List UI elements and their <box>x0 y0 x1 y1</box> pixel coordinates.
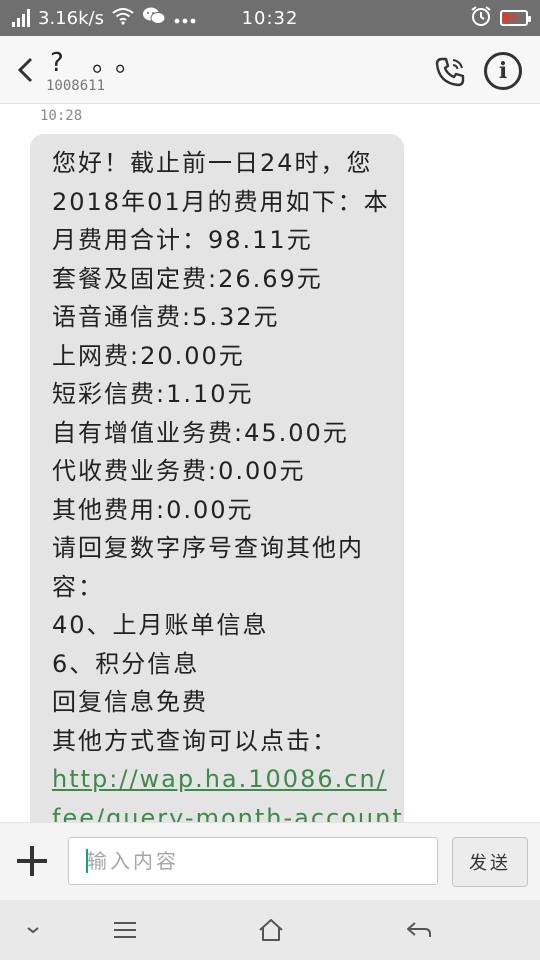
message-line: 其他方式查询可以点击： <box>52 726 338 755</box>
info-button[interactable]: i <box>484 52 522 90</box>
message-line: 语音通信费:5.32元 <box>52 303 280 331</box>
home-icon <box>259 919 283 941</box>
navigation-bar <box>0 900 540 960</box>
message-line: 上网费:20.00元 <box>52 341 245 370</box>
message-line: 2018年01月的费用如下：本 <box>52 187 390 216</box>
signal-icon <box>12 9 30 27</box>
wechat-icon <box>142 6 166 31</box>
contact-name: ? 。。 <box>50 48 152 78</box>
message-line: 自有增值业务费:45.00元 <box>52 418 349 447</box>
chevron-down-icon <box>27 927 39 934</box>
message-time: 10:28 <box>40 108 83 124</box>
add-attachment-button[interactable] <box>14 843 50 879</box>
chevron-left-icon <box>17 57 33 83</box>
message-link[interactable]: fee/query-month-account. <box>52 799 411 823</box>
message-line: 容： <box>52 572 104 601</box>
network-speed: 3.16k/s <box>38 7 104 29</box>
message-line: 您好！截止前一日24时，您 <box>52 149 373 177</box>
call-button[interactable] <box>430 52 470 92</box>
message-line: 请回复数字序号查询其他内 <box>52 534 364 562</box>
more-icon <box>174 8 196 29</box>
message-line: 40、上月账单信息 <box>52 611 269 639</box>
message-link[interactable]: http://wap.ha.10086.cn/ <box>52 760 386 799</box>
text-caret <box>86 849 88 873</box>
status-left: 3.16k/s <box>12 6 196 31</box>
message-line: 代收费业务费:0.00元 <box>52 457 306 485</box>
nav-back-button[interactable] <box>394 910 444 950</box>
message-line: 短彩信费:1.10元 <box>52 380 254 408</box>
message-line: 套餐及固定费:26.69元 <box>52 264 323 293</box>
nav-home-button[interactable] <box>246 910 296 950</box>
message-line: 回复信息免费 <box>52 688 208 716</box>
menu-icon <box>114 922 136 938</box>
nav-menu-button[interactable] <box>100 910 150 950</box>
back-button[interactable] <box>8 50 44 90</box>
battery-icon: 5 <box>500 10 531 26</box>
alarm-icon <box>470 5 492 32</box>
battery-level: 5 <box>510 12 518 24</box>
nav-down-button[interactable] <box>8 910 58 950</box>
message-bubble[interactable]: 您好！截止前一日24时，您 2018年01月的费用如下：本 月费用合计：98.1… <box>30 134 411 823</box>
message-line: 月费用合计：98.11元 <box>52 226 313 254</box>
send-button[interactable]: 发送 <box>452 837 528 887</box>
conversation-header: ? 。。 1008611 i <box>0 36 540 104</box>
info-icon: i <box>498 58 508 84</box>
message-line: 其他费用:0.00元 <box>52 495 254 524</box>
wifi-icon <box>112 7 134 30</box>
battery-fill <box>503 13 509 23</box>
message-line: 6、积分信息 <box>52 649 200 678</box>
status-bar: 3.16k/s 10:32 5 <box>0 0 540 36</box>
back-arrow-icon <box>407 922 431 937</box>
compose-bar: 发送 <box>0 822 540 900</box>
message-input[interactable] <box>68 837 438 885</box>
message-thread[interactable]: 10:28 您好！截止前一日24时，您 2018年01月的费用如下：本 月费用合… <box>0 104 540 822</box>
status-right: 5 <box>470 5 531 32</box>
phone-icon <box>435 57 465 87</box>
contact-number: 1008611 <box>46 78 106 94</box>
